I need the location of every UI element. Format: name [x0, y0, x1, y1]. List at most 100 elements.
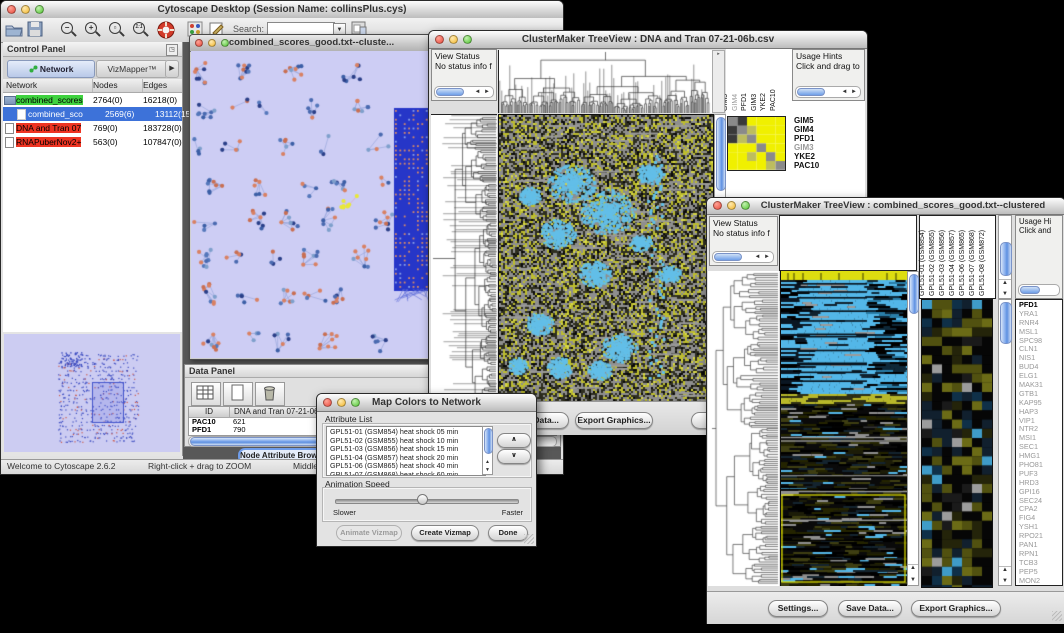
new-document-icon[interactable]: [223, 382, 253, 406]
main-titlebar[interactable]: Cytoscape Desktop (Session Name: collins…: [1, 1, 563, 19]
network-view-titlebar[interactable]: combined_scores_good.txt--cluste...: [190, 35, 433, 52]
create-vizmap-button[interactable]: Create Vizmap: [411, 525, 479, 541]
tab-vizmapper[interactable]: VizMapper™: [96, 60, 168, 78]
zoom-fit-icon[interactable]: 1:1: [131, 21, 150, 39]
gene-label[interactable]: TCB3: [1019, 559, 1062, 568]
network-tree-row[interactable]: DNA and Tran 07 769(0) 183728(0): [3, 121, 182, 135]
view-status-scrollbar[interactable]: ◄ ►: [434, 86, 494, 98]
gene-label[interactable]: HAP3: [1019, 408, 1062, 417]
gene-label[interactable]: BUD4: [1019, 363, 1062, 372]
network-tree-row[interactable]: combined_scores 2764(0) 16218(0): [3, 93, 182, 107]
gene-label[interactable]: PHO81: [1019, 461, 1062, 470]
close-icon[interactable]: [435, 35, 444, 44]
gene-label[interactable]: HMG1: [1019, 452, 1062, 461]
gene-label[interactable]: GTB1: [1019, 390, 1062, 399]
attribute-list[interactable]: GPL51-01 (GSM854) heat shock 05 minGPL51…: [326, 426, 486, 476]
gene-label[interactable]: PAN1: [1019, 541, 1062, 550]
table-grid-icon[interactable]: [191, 382, 221, 406]
scroll-up-icon[interactable]: ▲: [483, 459, 492, 465]
close-icon[interactable]: [713, 201, 722, 210]
scroll-down-icon[interactable]: ▼: [483, 467, 492, 473]
treeview1-titlebar[interactable]: ClusterMaker TreeView : DNA and Tran 07-…: [429, 31, 867, 49]
tab-overflow-icon[interactable]: ▶: [165, 60, 179, 78]
birdseye-overview[interactable]: [4, 334, 180, 452]
gene-label[interactable]: CLN1: [1019, 345, 1062, 354]
export-graphics-button[interactable]: Export Graphics...: [911, 600, 1001, 617]
minimize-icon[interactable]: [337, 398, 346, 407]
done-button[interactable]: Done: [488, 525, 528, 541]
trash-icon[interactable]: [255, 382, 285, 406]
gene-label[interactable]: RNR4: [1019, 319, 1062, 328]
float-panel-icon[interactable]: ◳: [166, 44, 178, 56]
gene-label[interactable]: MSL1: [1019, 328, 1062, 337]
gene-label[interactable]: RPN1: [1019, 550, 1062, 559]
vscroll-thumb[interactable]: [716, 117, 726, 191]
gene-label[interactable]: NTR2: [1019, 425, 1062, 434]
minimize-icon[interactable]: [449, 35, 458, 44]
close-icon[interactable]: [323, 398, 332, 407]
gene-label[interactable]: GPI16: [1019, 488, 1062, 497]
gene-label[interactable]: NIS1: [1019, 354, 1062, 363]
tab-network[interactable]: Network: [7, 60, 95, 78]
animate-vizmap-button[interactable]: Animate Vizmap: [336, 525, 402, 541]
network-tree-row[interactable]: combined_sco 2569(6) 13112(15): [3, 107, 182, 121]
vscroll-thumb[interactable]: [909, 274, 919, 314]
vscroll-thumb[interactable]: [484, 428, 493, 454]
attribute-list-item[interactable]: GPL51-07 (GSM868) heat shock 60 min: [330, 471, 485, 476]
gene-label[interactable]: ELG1: [1019, 372, 1062, 381]
usage-hints-scrollbar[interactable]: ◄ ►: [795, 86, 861, 98]
window-controls[interactable]: [7, 5, 44, 14]
scroll-up-icon[interactable]: ▲: [999, 279, 1011, 286]
move-up-button[interactable]: ∧: [497, 433, 531, 448]
close-icon[interactable]: [7, 5, 16, 14]
zoom-window-icon[interactable]: [351, 398, 360, 407]
row-dendrogram[interactable]: [708, 271, 779, 586]
zoom-window-icon[interactable]: [35, 5, 44, 14]
zoom-window-icon[interactable]: [463, 35, 472, 44]
view-status-scrollbar[interactable]: ◄ ►: [712, 251, 774, 263]
gene-label[interactable]: MSI1: [1019, 434, 1062, 443]
zoom-in-icon[interactable]: +: [83, 21, 102, 39]
gene-label[interactable]: MAK31: [1019, 381, 1062, 390]
zoom-window-icon[interactable]: [221, 39, 229, 47]
gene-label[interactable]: CPA2: [1019, 505, 1062, 514]
usage-hints-scrollbar[interactable]: [1018, 284, 1060, 296]
resize-grip[interactable]: [524, 534, 534, 544]
main-heatmap[interactable]: [498, 114, 714, 403]
zoom-window-icon[interactable]: [741, 201, 750, 210]
minimize-icon[interactable]: [727, 201, 736, 210]
zoom-vscrollbar[interactable]: ▲ ▼: [998, 299, 1012, 586]
zoom-out-icon[interactable]: −: [59, 21, 78, 39]
save-icon[interactable]: [27, 21, 46, 39]
gene-label[interactable]: SPC98: [1019, 337, 1062, 346]
scroll-up-icon[interactable]: ▲: [908, 564, 918, 571]
open-folder-icon[interactable]: [5, 21, 24, 39]
scroll-down-icon[interactable]: ▼: [999, 291, 1011, 297]
gene-label[interactable]: HRD3: [1019, 479, 1062, 488]
network-tree-row[interactable]: RNAPuberNov2+ 563(0) 107847(0): [3, 135, 182, 149]
resize-grip[interactable]: [1052, 611, 1062, 621]
dialog-titlebar[interactable]: Map Colors to Network: [317, 394, 536, 412]
scroll-down-icon[interactable]: ▼: [908, 577, 918, 583]
gene-label-list[interactable]: PFD1YRA1RNR4MSL1SPC98CLN1NIS1BUD4ELG1MAK…: [1015, 299, 1063, 586]
global-vscrollbar[interactable]: ▲ ▼: [907, 271, 919, 586]
gene-label[interactable]: YRA1: [1019, 310, 1062, 319]
gene-label[interactable]: MON2: [1019, 577, 1062, 586]
attribute-list-scrollbar[interactable]: ▲ ▼: [482, 426, 493, 475]
vscroll-thumb[interactable]: [1000, 242, 1012, 276]
zoom-selected-icon[interactable]: ▫: [107, 21, 126, 39]
gene-label[interactable]: PEP5: [1019, 568, 1062, 577]
minimize-icon[interactable]: [208, 39, 216, 47]
gene-label[interactable]: KAP95: [1019, 399, 1062, 408]
gene-label[interactable]: SEC24: [1019, 497, 1062, 506]
gene-label[interactable]: PUF3: [1019, 470, 1062, 479]
vscroll-thumb[interactable]: [1000, 302, 1012, 344]
minimize-icon[interactable]: [21, 5, 30, 14]
move-down-button[interactable]: ∨: [497, 449, 531, 464]
column-dendrogram[interactable]: [498, 50, 713, 113]
network-canvas[interactable]: [191, 51, 433, 358]
save-data-button[interactable]: Save Data...: [838, 600, 902, 617]
gene-label[interactable]: PFD1: [1019, 301, 1062, 310]
settings-button[interactable]: Settings...: [768, 600, 828, 617]
gene-label[interactable]: FIG4: [1019, 514, 1062, 523]
